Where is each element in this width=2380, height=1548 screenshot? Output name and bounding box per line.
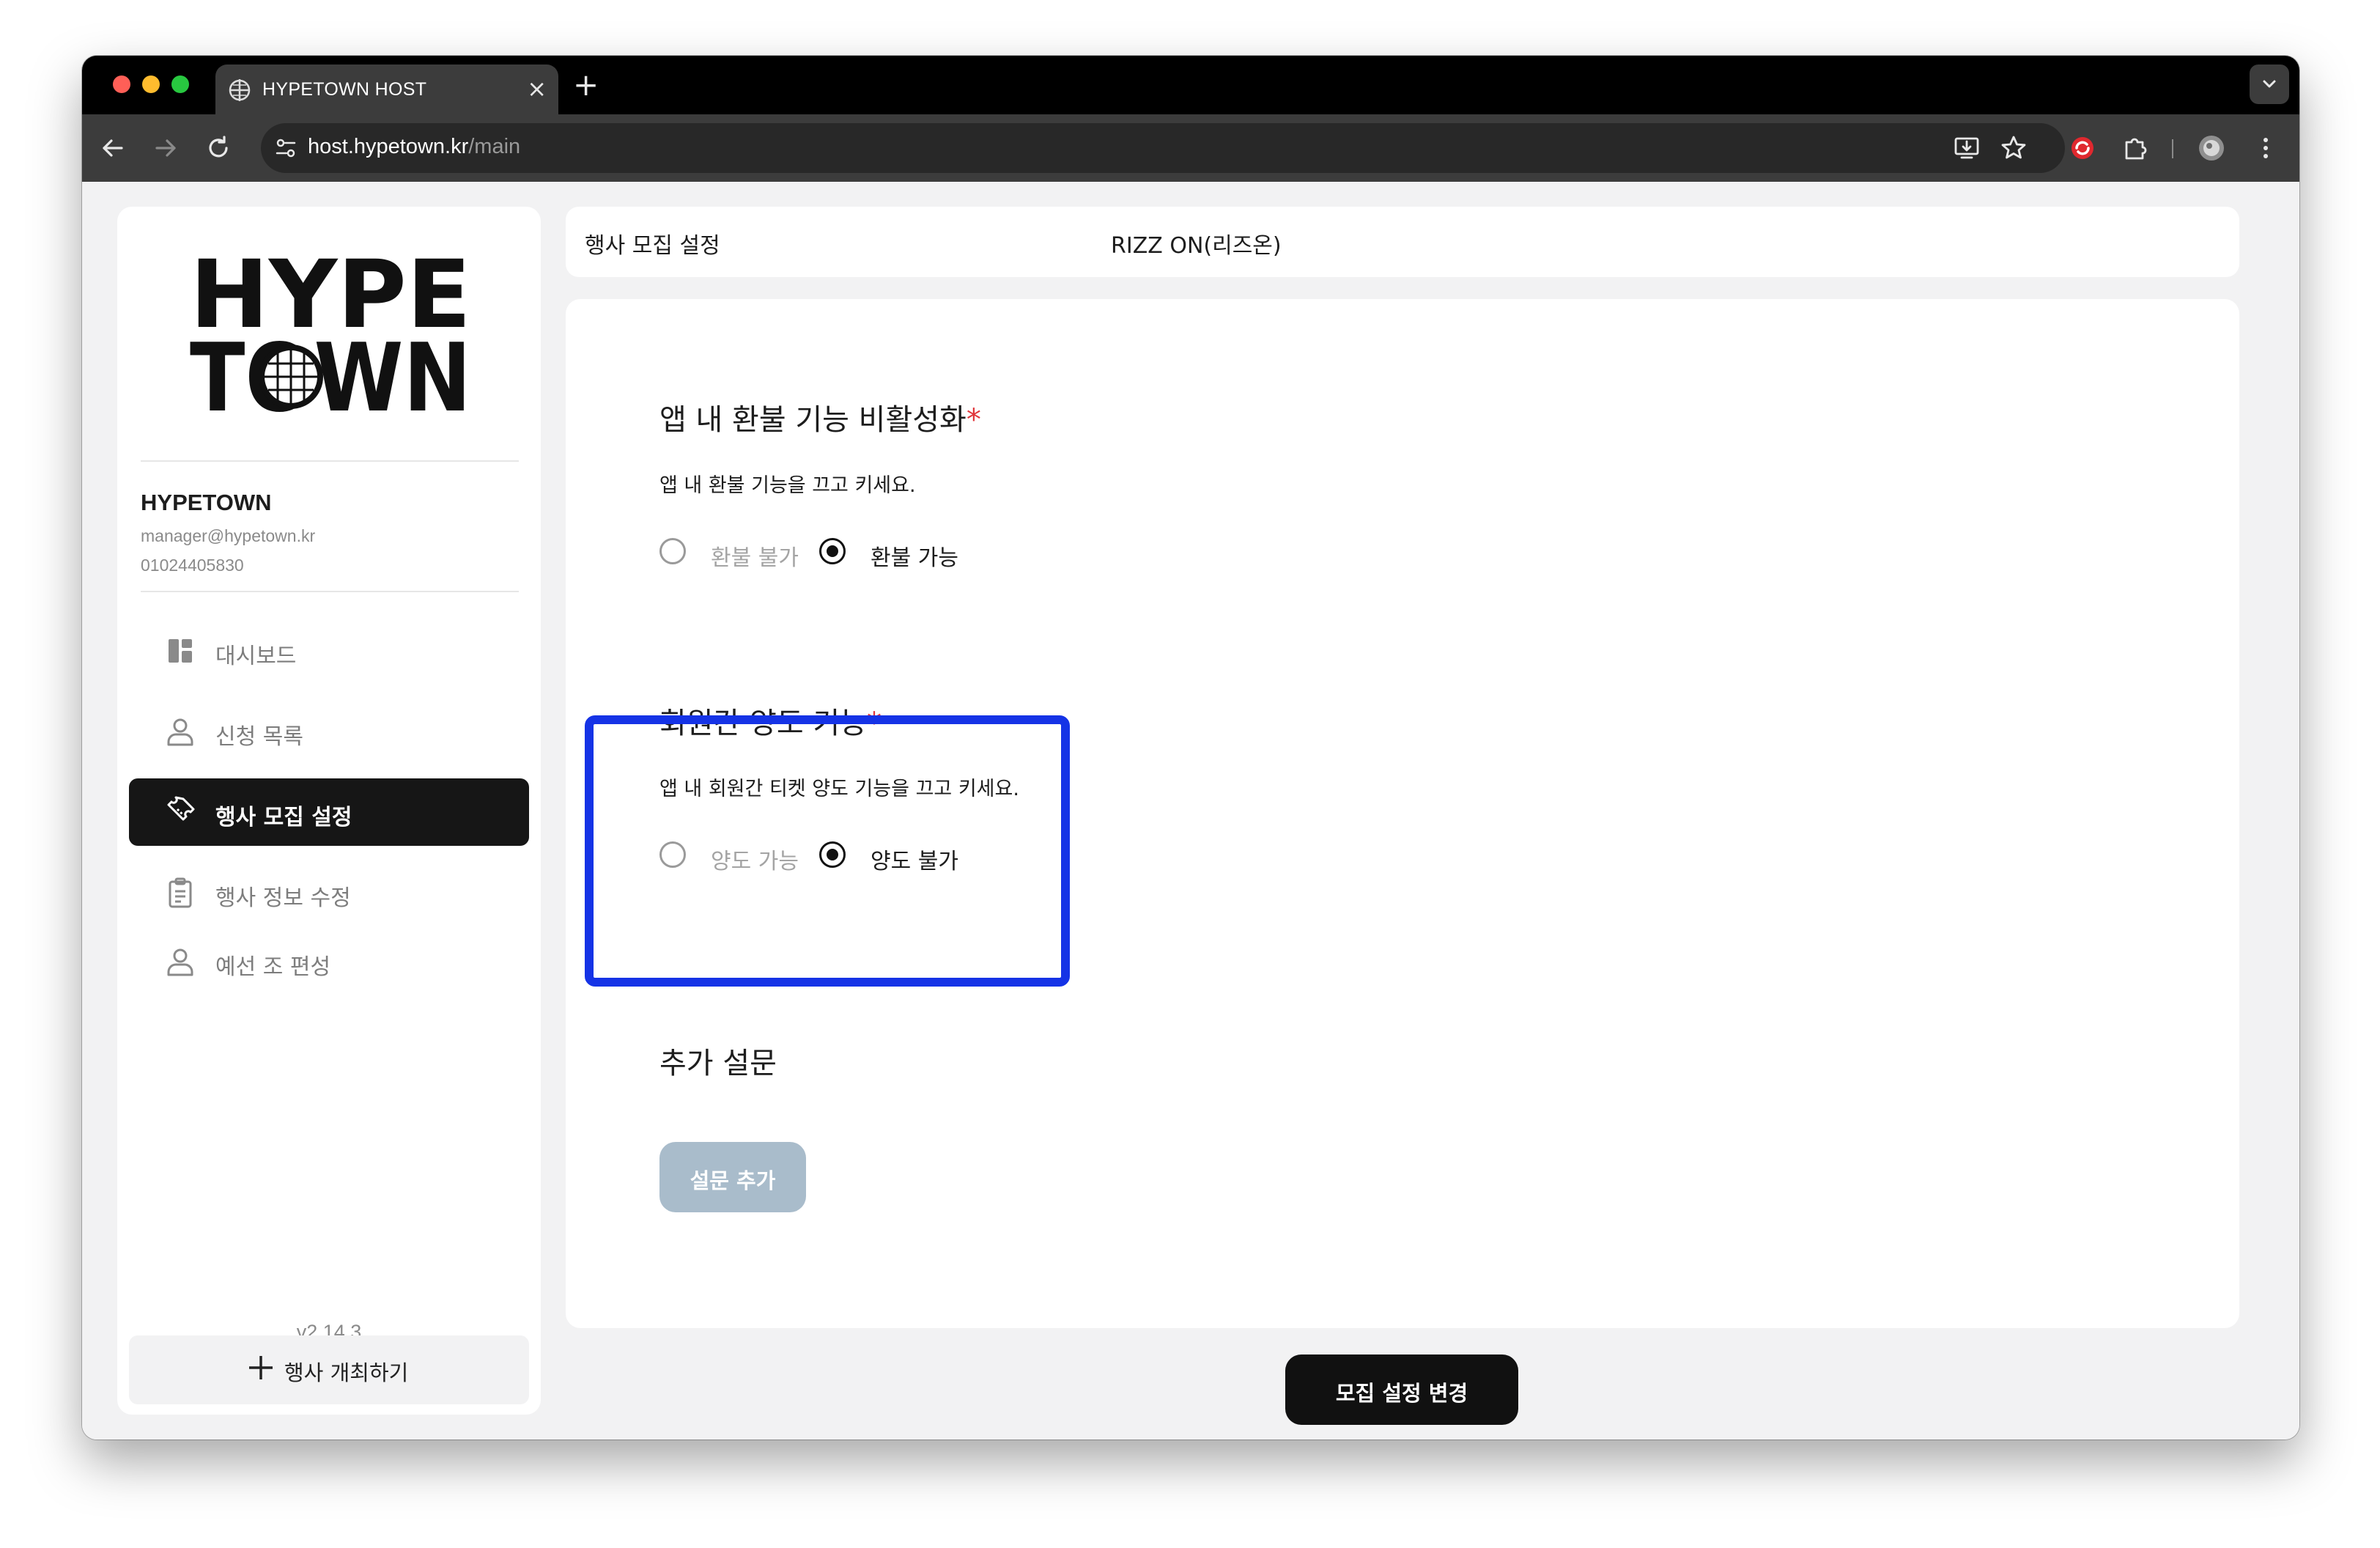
- extensions-puzzle-icon[interactable]: [2119, 132, 2151, 164]
- sidebar-item-label: 행사 정보 수정: [215, 885, 351, 911]
- chevron-down-icon: [2263, 80, 2276, 88]
- event-select-value: RIZZ ON(리즈온): [1111, 233, 1282, 259]
- add-survey-label: 설문 추가: [690, 1168, 776, 1193]
- url-path: /main: [468, 135, 521, 158]
- back-arrow-icon[interactable]: [97, 132, 129, 164]
- required-mark: *: [966, 403, 981, 437]
- sidebar-item-dashboard[interactable]: 대시보드: [129, 617, 529, 685]
- create-event-button[interactable]: 행사 개최하기: [129, 1335, 529, 1404]
- refund-description: 앱 내 환불 기능을 끄고 키세요.: [659, 474, 916, 497]
- header-action-card[interactable]: [2169, 207, 2239, 277]
- hypetown-favicon-icon: [229, 79, 251, 101]
- page-title-card: 행사 모집 설정: [566, 207, 1145, 277]
- refund-section-title: 앱 내 환불 기능 비활성화*: [659, 396, 981, 438]
- tab-title: HYPETOWN HOST: [262, 79, 427, 100]
- close-window-button[interactable]: [113, 75, 130, 93]
- sidebar-item-prelim-groups[interactable]: 예선 조 편성: [129, 928, 529, 995]
- tab-strip: HYPETOWN HOST × +: [82, 56, 2299, 114]
- more-menu-icon[interactable]: [2250, 132, 2282, 164]
- tab-close-icon[interactable]: ×: [527, 75, 547, 103]
- host-name: HYPETOWN: [141, 490, 272, 515]
- url-host: host.hypetown.kr: [308, 135, 469, 158]
- person-icon: [167, 718, 193, 746]
- sidebar-item-label: 예선 조 편성: [215, 954, 331, 980]
- sidebar-divider: [141, 460, 519, 462]
- logo-line2: TOWN: [190, 324, 471, 413]
- forward-arrow-icon[interactable]: [149, 132, 182, 164]
- sidebar-item-recruit-settings[interactable]: 행사 모집 설정: [129, 778, 529, 846]
- sidebar-divider: [141, 591, 519, 592]
- logo-globe-icon: [259, 344, 323, 409]
- install-app-icon[interactable]: [1951, 132, 1983, 164]
- page-content: HYPE TOWN HYPETOWN manager@hypetown.kr 0…: [82, 182, 2299, 1440]
- add-survey-button[interactable]: 설문 추가: [659, 1142, 806, 1212]
- refund-option-enabled[interactable]: 환불 가능: [819, 538, 966, 571]
- reload-icon[interactable]: [202, 132, 234, 164]
- address-bar[interactable]: host.hypetown.kr/main: [261, 123, 2065, 173]
- toolbar-divider: [2172, 139, 2173, 158]
- extension-red-icon[interactable]: [2066, 132, 2099, 164]
- tab-search-button[interactable]: [2250, 64, 2289, 104]
- refund-title-text: 앱 내 환불 기능 비활성화: [659, 403, 967, 437]
- radio-label: 환불 가능: [871, 545, 958, 571]
- browser-toolbar: host.hypetown.kr/main: [82, 114, 2299, 182]
- highlight-box: [585, 715, 1070, 987]
- save-settings-button[interactable]: 모집 설정 변경: [1285, 1354, 1518, 1425]
- site-settings-icon[interactable]: [273, 135, 299, 161]
- bookmark-star-icon[interactable]: [1998, 132, 2030, 164]
- event-select[interactable]: RIZZ ON(리즈온): [1087, 207, 2228, 277]
- ticket-icon: [167, 796, 195, 821]
- page-title: 행사 모집 설정: [585, 233, 720, 259]
- person-icon: [167, 948, 193, 976]
- clipboard-icon: [169, 877, 192, 908]
- sidebar: HYPE TOWN HYPETOWN manager@hypetown.kr 0…: [117, 207, 541, 1415]
- browser-tab[interactable]: HYPETOWN HOST ×: [215, 64, 558, 114]
- sidebar-item-label: 신청 목록: [215, 724, 303, 750]
- sidebar-item-label: 대시보드: [215, 644, 297, 669]
- dashboard-icon: [169, 639, 192, 663]
- radio-button-selected[interactable]: [819, 538, 846, 564]
- sidebar-item-label: 행사 모집 설정: [215, 805, 352, 830]
- save-settings-label: 모집 설정 변경: [1335, 1381, 1468, 1406]
- host-phone: 01024405830: [141, 556, 244, 575]
- survey-section-title: 추가 설문: [659, 1047, 777, 1080]
- profile-avatar-icon[interactable]: [2195, 132, 2228, 164]
- refund-option-disabled[interactable]: 환불 불가: [659, 538, 806, 571]
- host-email: manager@hypetown.kr: [141, 526, 316, 545]
- radio-label: 환불 불가: [711, 545, 799, 571]
- new-tab-button[interactable]: +: [573, 66, 599, 104]
- url-text: host.hypetown.kr/main: [308, 135, 520, 159]
- minimize-window-button[interactable]: [142, 75, 160, 93]
- plus-icon: [249, 1356, 273, 1379]
- hypetown-logo: HYPE TOWN: [190, 251, 471, 413]
- sidebar-item-applications[interactable]: 신청 목록: [129, 698, 529, 765]
- maximize-window-button[interactable]: [171, 75, 189, 93]
- browser-window: HYPETOWN HOST × + host.hypetown.kr/main …: [82, 56, 2299, 1440]
- radio-button[interactable]: [659, 538, 686, 564]
- create-event-label: 행사 개최하기: [284, 1360, 409, 1385]
- sidebar-item-edit-event[interactable]: 행사 정보 수정: [129, 859, 529, 926]
